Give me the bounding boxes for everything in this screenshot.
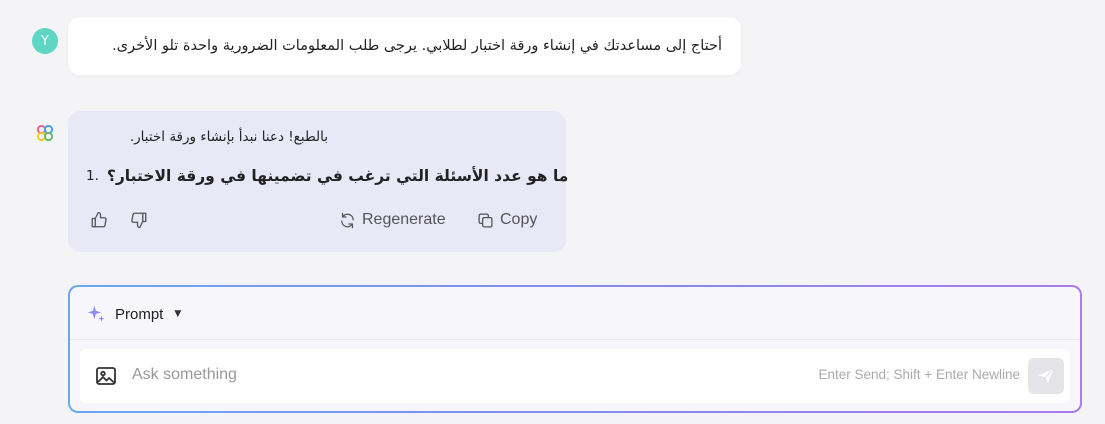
caret-down-icon: ▼ xyxy=(174,309,182,319)
copy-icon xyxy=(478,212,493,228)
image-upload-icon[interactable] xyxy=(94,364,118,388)
composer-divider xyxy=(70,339,1080,340)
refresh-icon xyxy=(341,212,354,228)
user-message-bubble: أحتاج إلى مساعدتك في إنشاء ورقة اختبار ل… xyxy=(68,17,741,75)
composer-panel: Prompt ▼ Enter Send; Shift + Enter Newli… xyxy=(70,287,1080,411)
copy-label: Copy xyxy=(500,211,538,228)
user-avatar: Y xyxy=(32,28,58,54)
message-actions: Regenerate Copy xyxy=(68,208,566,232)
copy-button[interactable]: Copy xyxy=(477,208,537,232)
send-icon xyxy=(1038,368,1054,384)
sparkle-icon xyxy=(87,305,105,322)
assistant-logo-icon xyxy=(36,124,54,142)
send-button[interactable] xyxy=(1028,358,1064,394)
message-composer: Prompt ▼ Enter Send; Shift + Enter Newli… xyxy=(68,285,1082,413)
assistant-intro-text: بالطبع! دعنا نبدأ بإنشاء ورقة اختبار. xyxy=(129,129,328,145)
assistant-question: 1. ما هو عدد الأسئلة التي ترغب في تضمينه… xyxy=(86,167,568,185)
assistant-message-bubble: بالطبع! دعنا نبدأ بإنشاء ورقة اختبار. 1.… xyxy=(68,111,568,252)
user-message-text: أحتاج إلى مساعدتك في إنشاء ورقة اختبار ل… xyxy=(112,38,722,54)
keyboard-hint: Enter Send; Shift + Enter Newline xyxy=(818,367,1021,382)
composer-input-area: Enter Send; Shift + Enter Newline xyxy=(80,349,1070,403)
prompt-mode-dropdown[interactable]: Prompt ▼ xyxy=(86,303,181,325)
question-number: 1. xyxy=(86,168,99,184)
regenerate-button[interactable]: Regenerate xyxy=(339,208,446,232)
prompt-mode-label: Prompt xyxy=(115,305,164,323)
regenerate-label: Regenerate xyxy=(362,211,446,228)
user-avatar-letter: Y xyxy=(41,33,49,49)
question-text: ما هو عدد الأسئلة التي ترغب في تضمينها ف… xyxy=(106,167,569,185)
thumbs-down-icon[interactable] xyxy=(129,210,149,230)
ask-input[interactable] xyxy=(132,361,692,389)
thumbs-up-icon[interactable] xyxy=(89,210,109,230)
